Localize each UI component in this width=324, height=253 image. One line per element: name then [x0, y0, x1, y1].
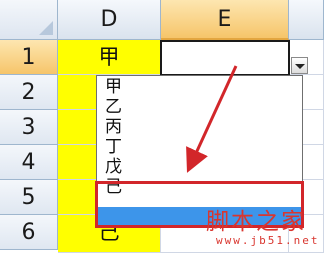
watermark-text: 脚本之家 [206, 209, 306, 235]
spreadsheet-view: D E 1 2 3 4 5 6 甲 己 甲 乙 丙 丁 戊 己 脚本之家 www… [0, 0, 324, 253]
watermark-url: www.jb51.net [216, 234, 320, 247]
